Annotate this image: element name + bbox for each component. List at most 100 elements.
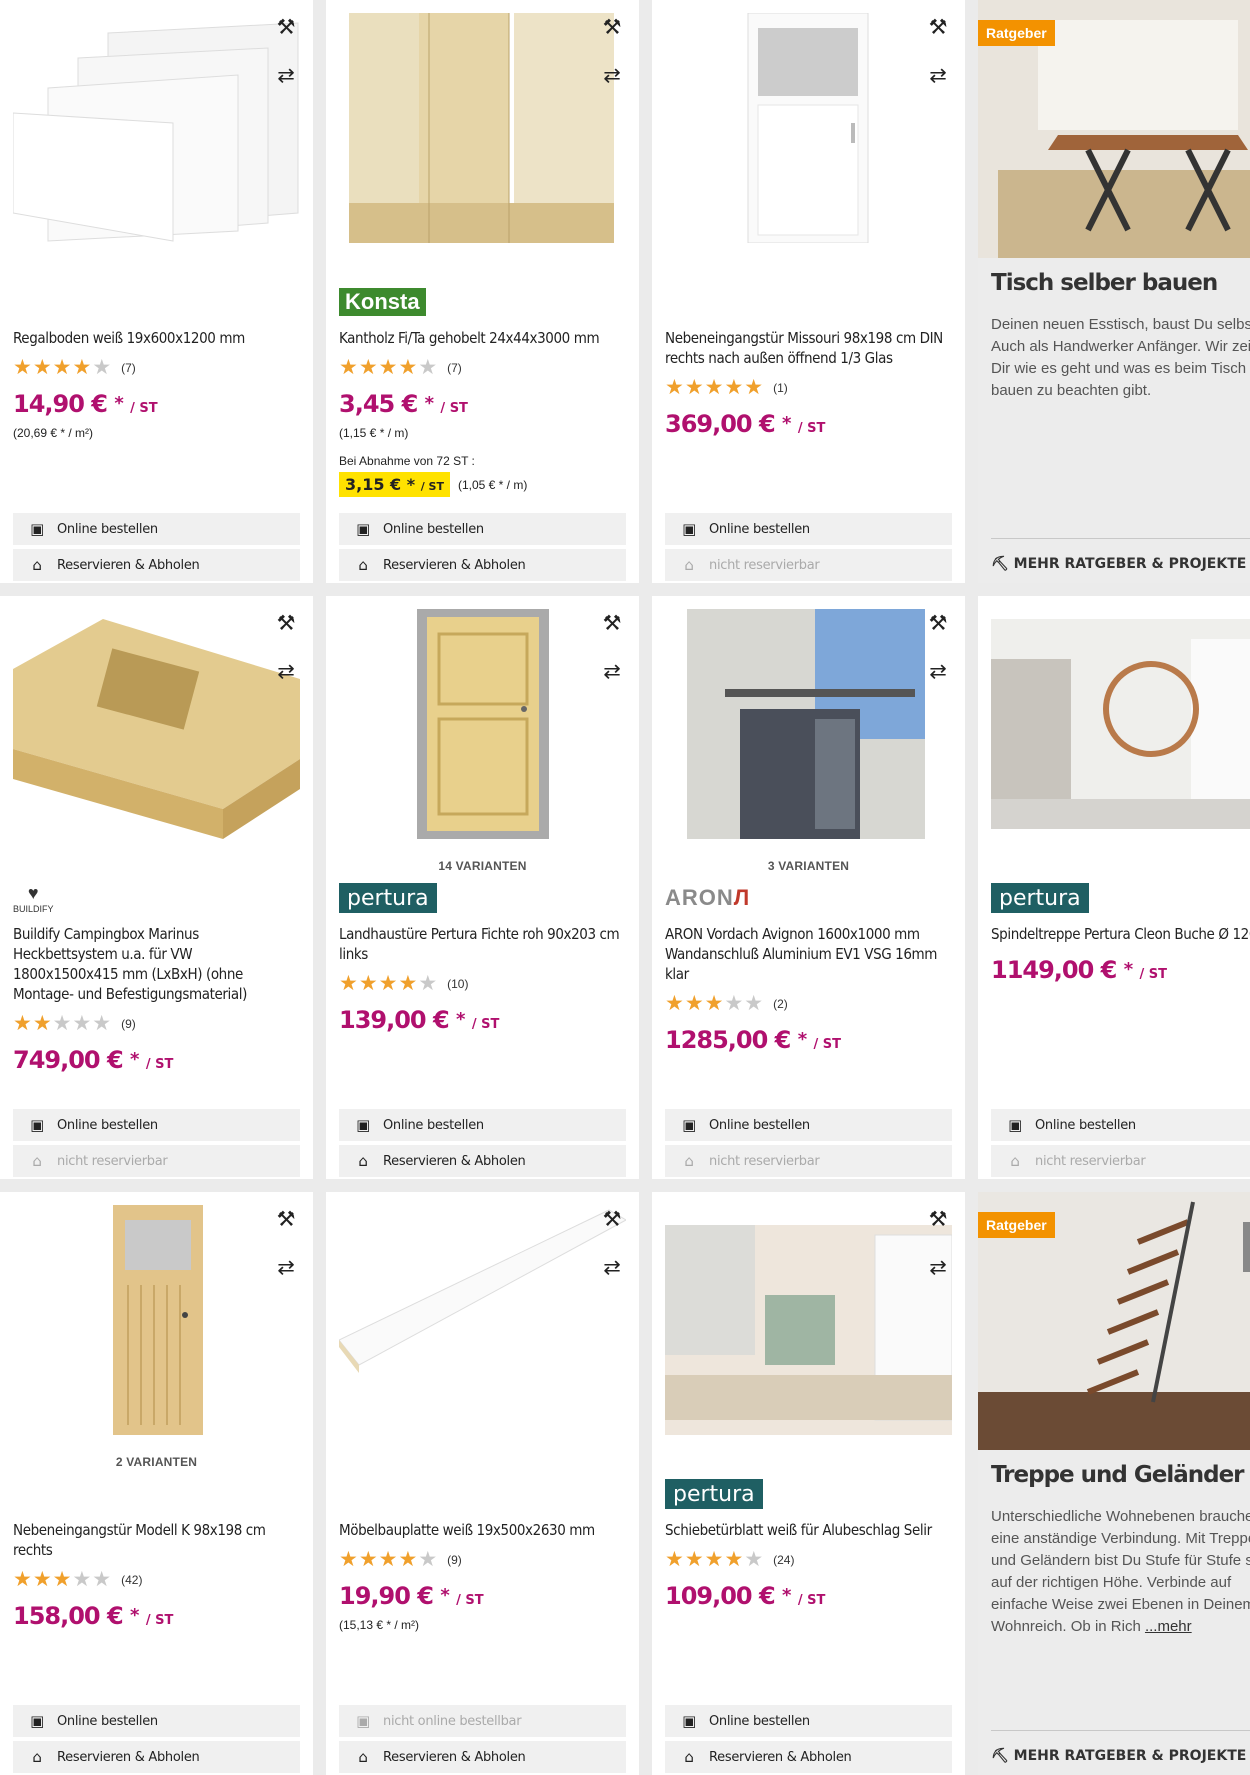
- hammer-icon[interactable]: ⚒: [925, 610, 951, 636]
- rating-count: (10): [447, 977, 469, 991]
- rating[interactable]: ★★★★★ (9): [339, 1549, 627, 1570]
- brand-logo: ARONЛ: [665, 885, 751, 910]
- product-title[interactable]: Nebeneingangstür Missouri 98x198 cm DIN …: [665, 328, 953, 368]
- online-order-button[interactable]: ▣ Online bestellen: [665, 1109, 952, 1141]
- reserve-button[interactable]: ⌂ Reservieren & Abholen: [13, 549, 300, 581]
- rating[interactable]: ★★★★★ (7): [339, 356, 627, 379]
- product-card[interactable]: ⚒ ⇄ Möbelbauplatte weiß 19x500x2630 mm ★…: [326, 1192, 639, 1775]
- ratgeber-tag: Ratgeber: [978, 20, 1055, 46]
- product-image[interactable]: [991, 609, 1250, 839]
- hammer-icon[interactable]: ⚒: [925, 1206, 951, 1232]
- compare-icon[interactable]: ⇄: [599, 62, 625, 88]
- compare-icon[interactable]: ⇄: [925, 1254, 951, 1280]
- ratgeber-title[interactable]: Treppe und Geländer einbauen: [991, 1462, 1250, 1488]
- online-order-button[interactable]: ▣ Online bestellen: [665, 513, 952, 545]
- not-reservable-button: ⌂ nicht reservierbar: [665, 1145, 952, 1177]
- product-image[interactable]: [13, 609, 300, 839]
- reserve-button[interactable]: ⌂ Reservieren & Abholen: [339, 549, 626, 581]
- variants-label[interactable]: 3 VARIANTEN: [652, 859, 965, 873]
- price: 109,00 € * / ST: [665, 1582, 826, 1610]
- price: 14,90 € * / ST: [13, 390, 158, 418]
- online-order-button[interactable]: ▣ Online bestellen: [339, 513, 626, 545]
- product-image[interactable]: [665, 13, 952, 243]
- compare-icon[interactable]: ⇄: [925, 62, 951, 88]
- hammer-icon[interactable]: ⚒: [273, 14, 299, 40]
- product-image[interactable]: [13, 13, 300, 243]
- product-card[interactable]: ⚒ ⇄ Nebeneingangstür Missouri 98x198 cm …: [652, 0, 965, 583]
- hammer-icon[interactable]: ⚒: [273, 1206, 299, 1232]
- price: 19,90 € * / ST: [339, 1582, 484, 1610]
- product-image[interactable]: [665, 1205, 952, 1435]
- compare-icon[interactable]: ⇄: [599, 1254, 625, 1280]
- product-card[interactable]: ⚒ ⇄ Regalboden weiß 19x600x1200 mm ★★★★★…: [0, 0, 313, 583]
- online-order-button[interactable]: ▣ Online bestellen: [13, 513, 300, 545]
- product-image[interactable]: [339, 13, 626, 243]
- bulk-label: Bei Abnahme von 72 ST :: [339, 454, 475, 468]
- product-image[interactable]: [339, 1205, 626, 1435]
- product-card[interactable]: ⚒ ⇄ 2 VARIANTEN Nebeneingangstür Modell …: [0, 1192, 313, 1775]
- reserve-button[interactable]: ⌂ Reservieren & Abholen: [339, 1741, 626, 1773]
- compare-icon[interactable]: ⇄: [599, 658, 625, 684]
- compare-icon[interactable]: ⇄: [273, 658, 299, 684]
- product-title[interactable]: ARON Vordach Avignon 1600x1000 mm Wandan…: [665, 924, 953, 984]
- online-order-button[interactable]: ▣ Online bestellen: [13, 1705, 300, 1737]
- rating[interactable]: ★★★★★ (9): [13, 1013, 301, 1034]
- price: 139,00 € * / ST: [339, 1006, 500, 1034]
- product-image[interactable]: [13, 1205, 300, 1435]
- online-order-button[interactable]: ▣ Online bestellen: [991, 1109, 1250, 1141]
- product-image[interactable]: [339, 609, 626, 839]
- hammer-icon[interactable]: ⚒: [599, 14, 625, 40]
- product-title[interactable]: Möbelbauplatte weiß 19x500x2630 mm: [339, 1520, 627, 1540]
- stars: ★★★★★: [339, 972, 439, 995]
- worker-icon: ⛏: [991, 556, 1009, 572]
- ratgeber-card[interactable]: Ratgeber Treppe und Geländer einbauen Un…: [978, 1192, 1250, 1775]
- product-title[interactable]: Spindeltreppe Pertura Cleon Buche Ø 120 …: [991, 924, 1250, 944]
- brand-logo: pertura: [991, 883, 1089, 913]
- ratgeber-text: Unterschiedliche Wohnebenen brauchen ein…: [991, 1508, 1250, 1635]
- product-title[interactable]: Schiebetürblatt weiß für Alubeschlag Sel…: [665, 1520, 953, 1540]
- rating[interactable]: ★★★★★ (1): [665, 377, 953, 398]
- rating[interactable]: ★★★★★ (24): [665, 1549, 953, 1570]
- product-card[interactable]: pertura Spindeltreppe Pertura Cleon Buch…: [978, 596, 1250, 1179]
- rating[interactable]: ★★★★★ (2): [665, 993, 953, 1014]
- reserve-button[interactable]: ⌂ Reservieren & Abholen: [665, 1741, 952, 1773]
- reserve-button[interactable]: ⌂ Reservieren & Abholen: [339, 1145, 626, 1177]
- product-image[interactable]: [665, 609, 952, 839]
- hammer-icon[interactable]: ⚒: [273, 610, 299, 636]
- product-title[interactable]: Landhaustüre Pertura Fichte roh 90x203 c…: [339, 924, 627, 964]
- rating[interactable]: ★★★★★ (7): [13, 357, 301, 378]
- product-card[interactable]: ⚒ ⇄ Konsta Kantholz Fi/Ta gehobelt 24x44…: [326, 0, 639, 583]
- ratgeber-card[interactable]: Ratgeber Tisch selber bauen Deinen neuen…: [978, 0, 1250, 583]
- hammer-icon[interactable]: ⚒: [925, 14, 951, 40]
- variants-label[interactable]: 2 VARIANTEN: [0, 1455, 313, 1469]
- product-card[interactable]: ⚒ ⇄ pertura Schiebetürblatt weiß für Alu…: [652, 1192, 965, 1775]
- rating[interactable]: ★★★★★ (10): [339, 972, 627, 995]
- box-icon: ▣: [682, 1116, 696, 1134]
- compare-icon[interactable]: ⇄: [925, 658, 951, 684]
- product-title[interactable]: Regalboden weiß 19x600x1200 mm: [13, 328, 301, 348]
- rating-count: (9): [447, 1553, 462, 1567]
- hammer-icon[interactable]: ⚒: [599, 610, 625, 636]
- divider: [991, 538, 1250, 539]
- compare-icon[interactable]: ⇄: [273, 1254, 299, 1280]
- ratgeber-title[interactable]: Tisch selber bauen: [991, 270, 1218, 296]
- stars: ★★★★★: [339, 356, 439, 379]
- more-ratgeber-link[interactable]: ⛏ MEHR RATGEBER & PROJEKTE: [991, 556, 1246, 572]
- online-order-button[interactable]: ▣ Online bestellen: [665, 1705, 952, 1737]
- online-order-button[interactable]: ▣ Online bestellen: [339, 1109, 626, 1141]
- read-more-link[interactable]: ...mehr: [1145, 1618, 1192, 1635]
- compare-icon[interactable]: ⇄: [273, 62, 299, 88]
- online-order-button[interactable]: ▣ Online bestellen: [13, 1109, 300, 1141]
- product-title[interactable]: Kantholz Fi/Ta gehobelt 24x44x3000 mm: [339, 328, 627, 348]
- reserve-button[interactable]: ⌂ Reservieren & Abholen: [13, 1741, 300, 1773]
- product-card[interactable]: ⚒ ⇄ ♥ BUILDIFY Buildify Campingbox Marinu…: [0, 596, 313, 1179]
- product-card[interactable]: ⚒ ⇄ 14 VARIANTEN pertura Landhaustüre Pe…: [326, 596, 639, 1179]
- product-info: Spindeltreppe Pertura Cleon Buche Ø 120 …: [991, 924, 1250, 989]
- product-card[interactable]: ⚒ ⇄ 3 VARIANTEN ARONЛ ARON Vordach Avign…: [652, 596, 965, 1179]
- product-title[interactable]: Buildify Campingbox Marinus Heckbettsyst…: [13, 924, 301, 1004]
- product-title[interactable]: Nebeneingangstür Modell K 98x198 cm rech…: [13, 1520, 301, 1560]
- rating[interactable]: ★★★★★ (42): [13, 1569, 301, 1590]
- more-ratgeber-link[interactable]: ⛏ MEHR RATGEBER & PROJEKTE: [991, 1748, 1246, 1764]
- hammer-icon[interactable]: ⚒: [599, 1206, 625, 1232]
- variants-label[interactable]: 14 VARIANTEN: [326, 859, 639, 873]
